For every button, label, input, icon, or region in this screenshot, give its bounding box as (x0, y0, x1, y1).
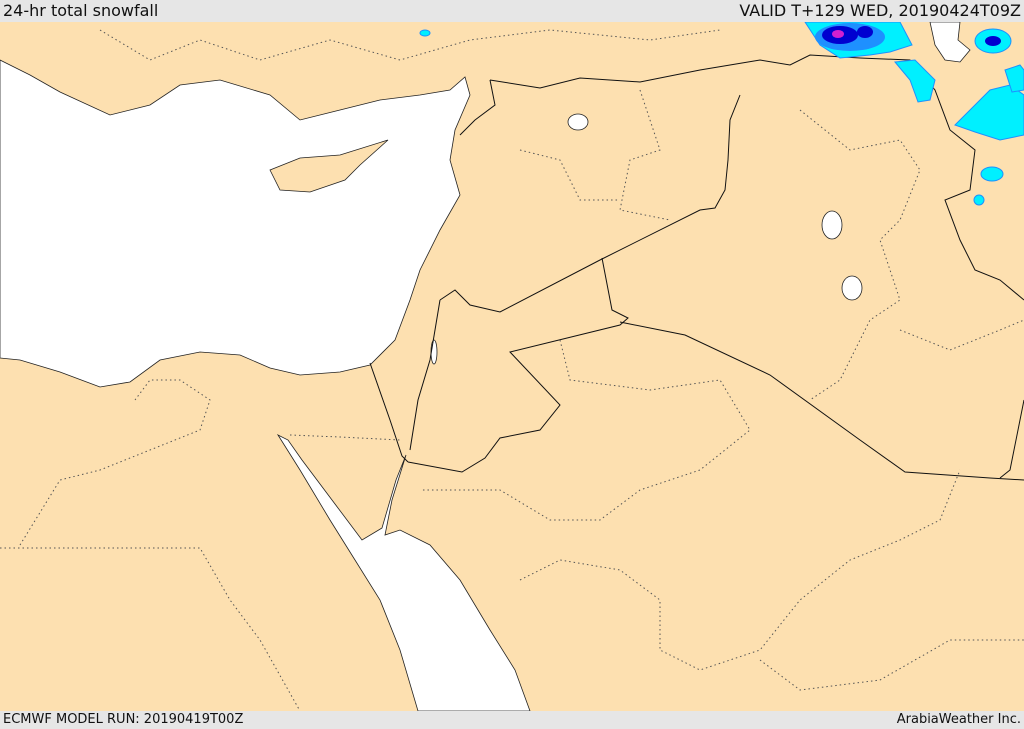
snow-area-light (973, 194, 985, 206)
lake (567, 113, 589, 131)
snow-area-light (980, 166, 1004, 182)
header-bar: 24-hr total snowfall VALID T+129 WED, 20… (0, 0, 1024, 22)
lake (821, 210, 843, 240)
snowfall-map (0, 22, 1024, 711)
map-title: 24-hr total snowfall (3, 1, 159, 20)
snow-area-heavy (985, 36, 1001, 46)
valid-time: VALID T+129 WED, 20190424T09Z (739, 1, 1021, 20)
lake (841, 275, 863, 301)
model-run: ECMWF MODEL RUN: 20190419T00Z (3, 712, 244, 727)
credit: ArabiaWeather Inc. (896, 712, 1021, 727)
snow-area-max (832, 30, 844, 38)
footer-bar: ECMWF MODEL RUN: 20190419T00Z ArabiaWeat… (0, 711, 1024, 729)
dead-sea (430, 339, 438, 365)
snow-area-light (419, 29, 431, 37)
snow-area-heavy (857, 26, 873, 38)
